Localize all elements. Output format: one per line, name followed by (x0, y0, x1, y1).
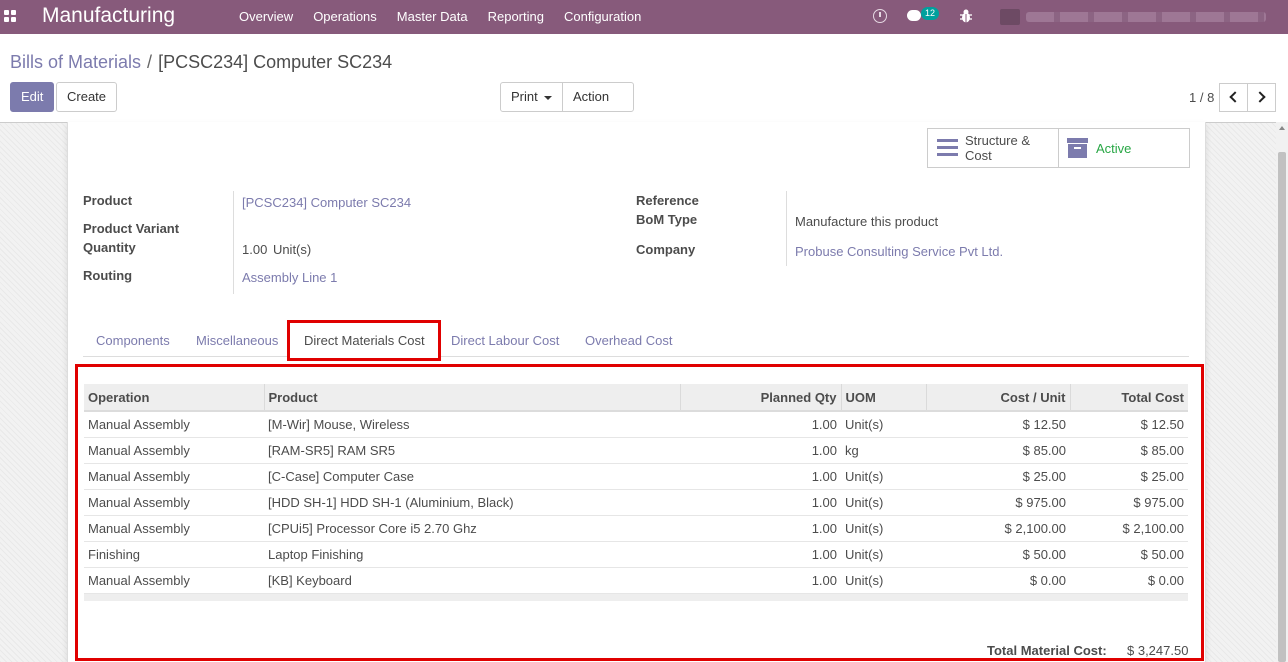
tab-direct-labour-cost[interactable]: Direct Labour Cost (451, 333, 559, 348)
menu-item-master-data[interactable]: Master Data (387, 9, 478, 24)
scrollbar[interactable] (1276, 122, 1288, 662)
app-title[interactable]: Manufacturing (42, 4, 175, 28)
breadcrumb: Bills of Materials / [PCSC234] Computer SC… (10, 52, 392, 73)
breadcrumb-parent[interactable]: Bills of Materials (10, 52, 141, 72)
structure-cost-line1: Structure & (965, 133, 1031, 148)
table-highlight-box (75, 364, 1204, 661)
quantity-value: 1.00 Unit(s) (242, 242, 311, 257)
create-button[interactable]: Create (56, 82, 118, 112)
chat-icon[interactable] (907, 10, 921, 21)
structure-cost-line2: Cost (965, 148, 992, 163)
field-divider (233, 191, 234, 294)
pager-previous-button[interactable] (1219, 83, 1248, 112)
bom-type-value: Manufacture this product (795, 214, 939, 229)
structure-cost-label: Structure & Cost (965, 133, 1030, 163)
avatar (1000, 9, 1020, 25)
routing-label: Routing (83, 268, 133, 283)
tab-components[interactable]: Components (96, 333, 170, 348)
bug-icon[interactable] (958, 8, 974, 24)
tab-overhead-cost[interactable]: Overhead Cost (585, 333, 672, 348)
pager-value[interactable]: 1 / 8 (1189, 90, 1214, 105)
breadcrumb-separator: / (147, 52, 153, 72)
tab-highlight-box (287, 320, 441, 361)
print-label: Print (511, 89, 538, 104)
smart-button-box: Structure & Cost Active (927, 128, 1190, 168)
field-divider (786, 191, 787, 266)
bars-icon (937, 139, 958, 157)
quantity-label: Quantity (83, 240, 136, 255)
active-label: Active (1096, 141, 1132, 156)
company-value[interactable]: Probuse Consulting Service Pvt Ltd. (795, 244, 1003, 259)
action-label: Action (573, 89, 610, 104)
top-navbar: Manufacturing Overview Operations Master… (0, 0, 1288, 34)
chat-badge: 12 (921, 7, 940, 20)
menu-item-reporting[interactable]: Reporting (478, 9, 554, 24)
product-value[interactable]: [PCSC234] Computer SC234 (242, 195, 411, 210)
company-label: Company (636, 242, 696, 257)
scrollbar-thumb[interactable] (1278, 152, 1286, 662)
scroll-up-arrow-icon[interactable] (1279, 126, 1285, 130)
tabs-underline (83, 356, 1189, 357)
product-variant-label: Product Variant (83, 221, 180, 236)
active-toggle-button[interactable]: Active (1059, 129, 1190, 167)
action-button[interactable]: Action (562, 82, 634, 128)
reference-label: Reference (636, 193, 699, 208)
structure-cost-button[interactable]: Structure & Cost (928, 129, 1059, 167)
product-label: Product (83, 193, 133, 208)
pager-next-button[interactable] (1247, 83, 1276, 112)
print-button[interactable]: Print (500, 82, 563, 112)
user-name-blurred (1026, 12, 1266, 22)
main-menu: Overview Operations Master Data Reportin… (229, 9, 651, 24)
edit-button[interactable]: Edit (10, 82, 55, 112)
menu-item-overview[interactable]: Overview (229, 9, 303, 24)
menu-item-configuration[interactable]: Configuration (554, 9, 651, 24)
bom-type-label: BoM Type (636, 212, 698, 227)
caret-down-icon (543, 95, 552, 100)
quantity-number: 1.00 (242, 242, 268, 257)
user-menu[interactable] (1000, 9, 1270, 25)
tab-miscellaneous[interactable]: Miscellaneous (196, 333, 278, 348)
quantity-unit: Unit(s) (272, 242, 312, 257)
breadcrumb-current: [PCSC234] Computer SC234 (158, 52, 393, 72)
chevron-right-icon (1254, 91, 1266, 103)
menu-item-operations[interactable]: Operations (303, 9, 387, 24)
archive-icon (1067, 138, 1088, 158)
apps-icon[interactable] (4, 10, 17, 23)
chevron-left-icon (1229, 91, 1241, 103)
routing-value[interactable]: Assembly Line 1 (242, 270, 337, 285)
clock-icon[interactable] (873, 9, 887, 23)
